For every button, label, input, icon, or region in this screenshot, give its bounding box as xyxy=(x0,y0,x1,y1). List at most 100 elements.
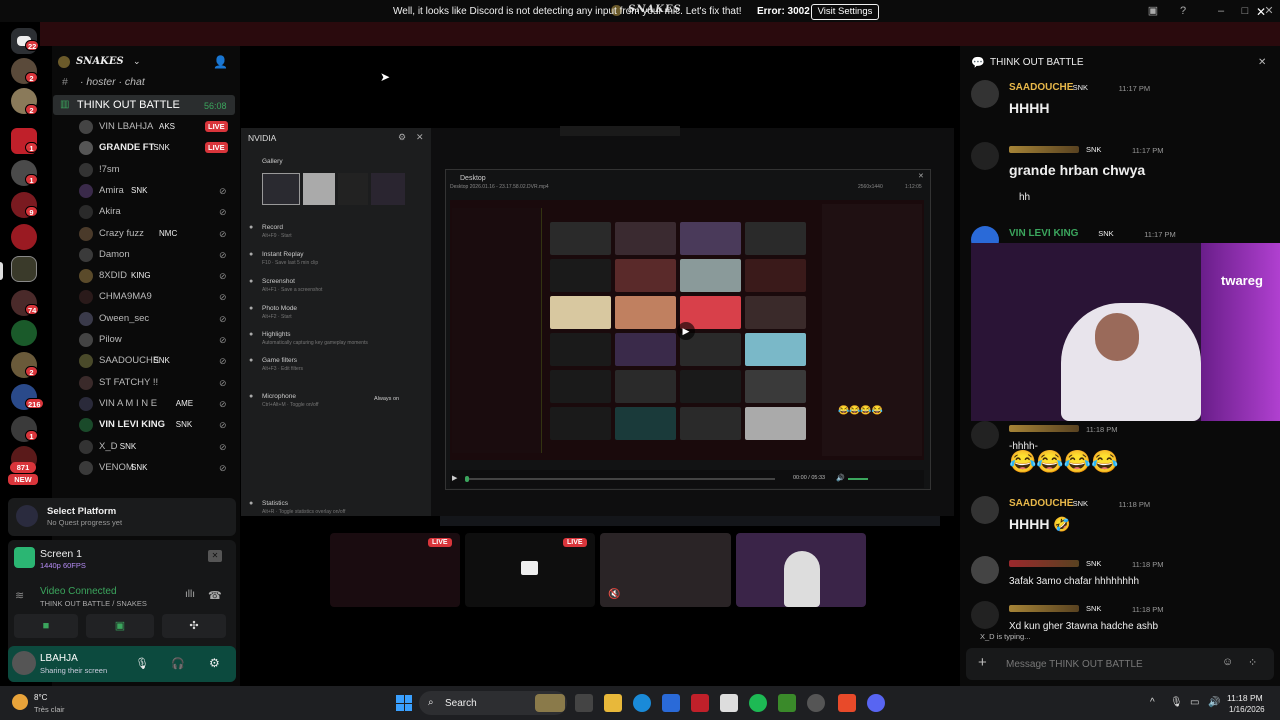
voice-user[interactable]: ST FATCHY !! ⊘ xyxy=(79,374,234,394)
gallery-thumb[interactable] xyxy=(303,173,335,205)
volume-icon[interactable]: 🔊 xyxy=(836,474,845,482)
close-icon[interactable]: ✕ xyxy=(918,172,924,180)
nvidia-item[interactable]: Record xyxy=(262,224,283,231)
headphones-icon[interactable]: 🎧 xyxy=(171,657,185,670)
nvidia-item[interactable]: Microphone xyxy=(262,393,296,400)
message-author-stylized[interactable] xyxy=(1009,560,1079,567)
voice-user[interactable]: Oween_sec ⊘ xyxy=(79,310,234,330)
nvidia-item[interactable]: Photo Mode xyxy=(262,305,297,312)
network-icon[interactable]: ▭ xyxy=(1190,697,1199,708)
message-author-stylized[interactable] xyxy=(1009,605,1079,612)
app-icon[interactable] xyxy=(807,694,825,712)
nvidia-item[interactable]: Highlights xyxy=(262,331,291,338)
voice-user[interactable]: Damon ⊘ xyxy=(79,246,234,266)
gallery-thumb[interactable] xyxy=(262,173,300,205)
nvidia-app-icon[interactable] xyxy=(778,694,796,712)
weather-temp[interactable]: 8°C xyxy=(34,693,47,702)
server-icon[interactable] xyxy=(11,224,37,250)
voice-user[interactable]: VENOM SNK ⊘ xyxy=(79,459,234,479)
banner-close-icon[interactable]: ✕ xyxy=(1256,5,1266,19)
noise-suppression-icon[interactable]: ıllı xyxy=(185,589,195,600)
new-messages-pill[interactable]: NEW xyxy=(8,474,38,485)
nvidia-item[interactable]: Game filters xyxy=(262,357,297,364)
stop-stream-icon[interactable]: ✕ xyxy=(208,550,222,562)
stream-tile[interactable]: 🔇 xyxy=(600,533,731,607)
clock-date[interactable]: 1/16/2026 xyxy=(1229,705,1265,714)
file-explorer-icon[interactable] xyxy=(604,694,622,712)
voice-user[interactable]: Akira ⊘ xyxy=(79,203,234,223)
voice-location[interactable]: THINK OUT BATTLE / SNAKES xyxy=(40,599,147,608)
mic-tray-icon[interactable]: 🎙 xyxy=(1170,697,1183,708)
edge-icon[interactable] xyxy=(633,694,651,712)
gear-icon[interactable]: ⚙ xyxy=(398,132,406,143)
invite-people-icon[interactable]: 👤 xyxy=(213,55,228,69)
mic-mode-value[interactable]: Always on xyxy=(374,396,399,402)
store-icon[interactable] xyxy=(662,694,680,712)
voice-user[interactable]: !7sm xyxy=(79,161,234,181)
message-author[interactable]: VIN LEVI KING xyxy=(1009,228,1078,239)
voice-user[interactable]: 8XDID KING ⊘ xyxy=(79,267,234,287)
chevron-down-icon[interactable]: ⌄ xyxy=(133,56,141,67)
mic-icon[interactable]: 🎙 xyxy=(135,657,149,670)
camera-button[interactable]: ■ xyxy=(14,614,78,638)
message-author-stylized[interactable] xyxy=(1009,146,1079,153)
voice-user[interactable]: X_D SNK ⊘ xyxy=(79,438,234,458)
start-icon[interactable] xyxy=(396,695,412,711)
nvidia-item[interactable]: Instant Replay xyxy=(262,251,304,258)
avatar[interactable] xyxy=(971,601,999,629)
screen-share-button[interactable]: ▣ xyxy=(86,614,154,638)
activities-button[interactable]: ✣ xyxy=(162,614,226,638)
voice-user[interactable]: SAADOUCHE SNK ⊘ xyxy=(79,352,234,372)
message-author[interactable]: SAADOUCHE xyxy=(1009,82,1073,93)
stream-tile[interactable] xyxy=(736,533,866,607)
voice-user[interactable]: VIN A M I N E AME ⊘ xyxy=(79,395,234,415)
seek-bar[interactable] xyxy=(465,476,775,482)
add-attachment-icon[interactable]: + xyxy=(978,654,987,671)
apps-icon[interactable]: ⁘ xyxy=(1248,656,1257,669)
avatar[interactable] xyxy=(12,651,36,675)
connection-icon[interactable]: ≋ xyxy=(15,589,24,602)
message-author-stylized[interactable] xyxy=(1009,425,1079,432)
weather-icon[interactable] xyxy=(12,694,28,710)
voice-user[interactable]: Crazy fuzz NMC ⊘ xyxy=(79,225,234,245)
voice-user[interactable]: CHMA9MA9 ⊘ xyxy=(79,288,234,308)
server-name[interactable]: SNAKES xyxy=(76,56,124,67)
play-icon[interactable]: ▶ xyxy=(452,474,457,482)
visit-settings-button[interactable]: Visit Settings xyxy=(811,4,879,20)
weather-desc[interactable]: Très clair xyxy=(34,705,65,714)
maximize-icon[interactable]: □ xyxy=(1238,4,1252,18)
avatar[interactable] xyxy=(971,142,999,170)
inbox-icon[interactable]: ▣ xyxy=(1146,4,1160,18)
voice-user[interactable]: VIN LBAHJA AKS LIVE xyxy=(79,118,234,138)
close-icon[interactable]: ✕ xyxy=(416,132,424,143)
file-icon[interactable] xyxy=(720,694,738,712)
voice-user[interactable]: GRANDE FT SNK LIVE xyxy=(79,139,234,159)
disconnect-icon[interactable]: ☎ xyxy=(208,589,222,602)
chevron-up-icon[interactable]: ^ xyxy=(1150,697,1155,708)
voice-user[interactable]: VIN LEVI KING SNK ⊘ xyxy=(79,416,234,436)
voice-connected-status[interactable]: Video Connected xyxy=(40,586,117,597)
channel-hoster-chat[interactable]: · hoster · chat xyxy=(80,76,145,88)
gear-icon[interactable]: ⚙ xyxy=(209,656,220,670)
stream-tile[interactable]: LIVE xyxy=(330,533,460,607)
voice-user[interactable]: Amira SNK ⊘ xyxy=(79,182,234,202)
play-icon[interactable]: ▶ xyxy=(677,322,695,340)
stream-tile[interactable]: LIVE xyxy=(465,533,595,607)
discord-icon[interactable] xyxy=(867,694,885,712)
emoji-icon[interactable]: ☺ xyxy=(1222,656,1233,668)
app-icon[interactable] xyxy=(691,694,709,712)
avatar[interactable] xyxy=(971,556,999,584)
avatar[interactable] xyxy=(971,421,999,449)
avatar[interactable] xyxy=(971,80,999,108)
spotify-icon[interactable] xyxy=(749,694,767,712)
nvidia-gallery[interactable]: Gallery xyxy=(262,158,283,165)
quest-card[interactable] xyxy=(8,498,236,536)
volume-tray-icon[interactable]: 🔊 xyxy=(1208,697,1220,708)
message-author[interactable]: SAADOUCHE xyxy=(1009,498,1073,509)
message-input[interactable] xyxy=(1006,656,1196,672)
server-icon[interactable] xyxy=(11,320,37,346)
user-name[interactable]: LBAHJA xyxy=(40,653,78,664)
gallery-thumb[interactable] xyxy=(371,173,405,205)
avatar[interactable] xyxy=(971,496,999,524)
voice-user[interactable]: Pilow ⊘ xyxy=(79,331,234,351)
